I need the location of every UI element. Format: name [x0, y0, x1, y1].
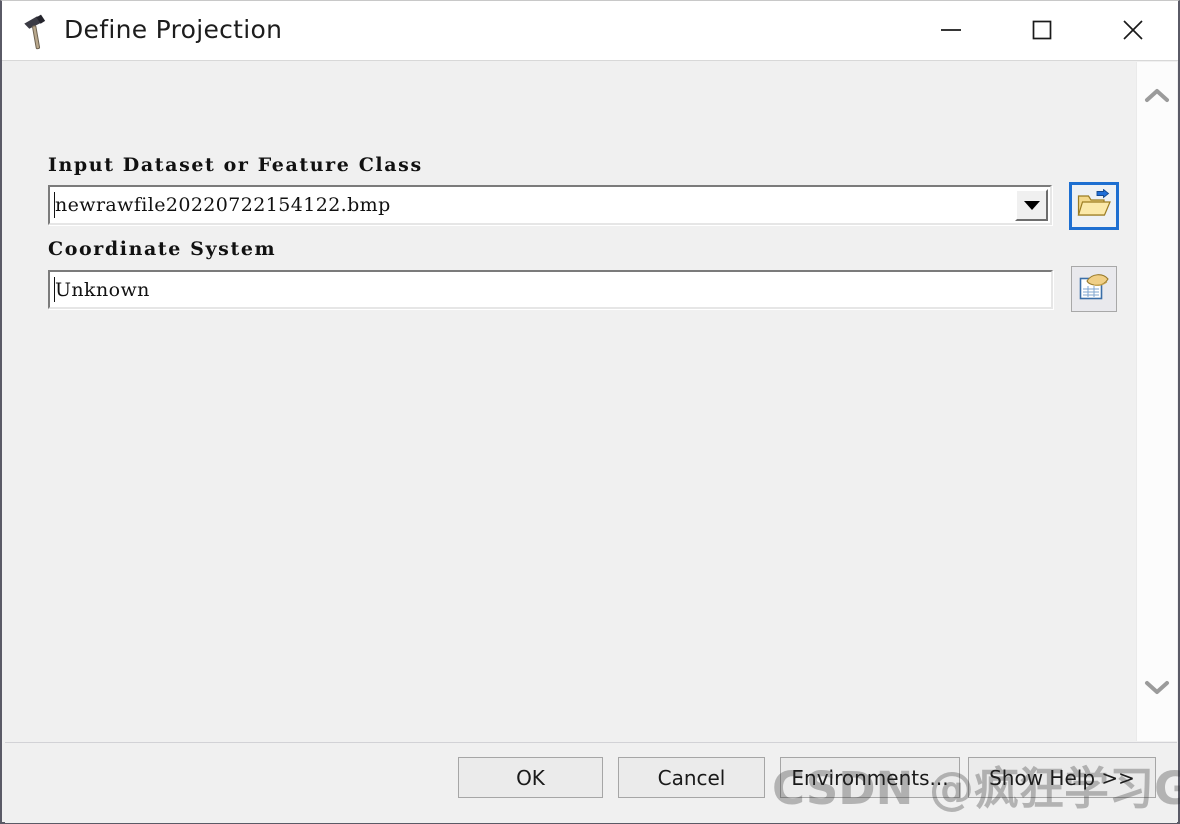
input-dataset-label: Input Dataset or Feature Class [48, 154, 423, 176]
show-help-button[interactable]: Show Help >> [968, 757, 1156, 798]
chevron-down-icon [1144, 679, 1170, 698]
browse-input-dataset-button[interactable] [1069, 182, 1119, 230]
scroll-down-button[interactable] [1137, 665, 1177, 711]
close-icon [1121, 18, 1145, 42]
vertical-scrollbar[interactable] [1136, 62, 1177, 741]
window-title: Define Projection [64, 15, 283, 44]
minimize-button[interactable] [920, 1, 982, 59]
input-dataset-field[interactable]: newrawfile20220722154122.bmp [48, 185, 1052, 225]
coordinate-system-label: Coordinate System [48, 238, 277, 260]
select-coordinate-system-button[interactable] [1071, 266, 1117, 312]
chevron-down-icon[interactable] [1015, 189, 1048, 221]
text-caret [54, 277, 55, 302]
cancel-button[interactable]: Cancel [618, 757, 765, 798]
dialog-footer: OK Cancel Environments... Show Help >> [5, 742, 1177, 823]
maximize-button[interactable] [1011, 1, 1073, 59]
dialog-content: Input Dataset or Feature Class newrawfil… [5, 62, 1177, 741]
title-bar: Define Projection [2, 1, 1178, 61]
environments-button[interactable]: Environments... [780, 757, 960, 798]
text-caret [54, 192, 55, 218]
folder-open-icon [1077, 188, 1111, 224]
define-projection-dialog: Define Projection Input Dataset or Featu… [0, 0, 1180, 824]
coordinate-system-value: Unknown [55, 278, 150, 301]
minimize-icon [939, 22, 963, 38]
form-area: Input Dataset or Feature Class newrawfil… [5, 62, 1137, 741]
coordinate-system-field[interactable]: Unknown [48, 270, 1053, 309]
select-coordinate-system-icon [1078, 272, 1110, 307]
chevron-up-icon [1144, 88, 1170, 107]
ok-button[interactable]: OK [458, 757, 603, 798]
input-dataset-value: newrawfile20220722154122.bmp [55, 194, 391, 216]
scroll-up-button[interactable] [1137, 74, 1177, 120]
close-button[interactable] [1102, 1, 1164, 59]
maximize-icon [1031, 19, 1053, 41]
hammer-icon [18, 12, 62, 52]
